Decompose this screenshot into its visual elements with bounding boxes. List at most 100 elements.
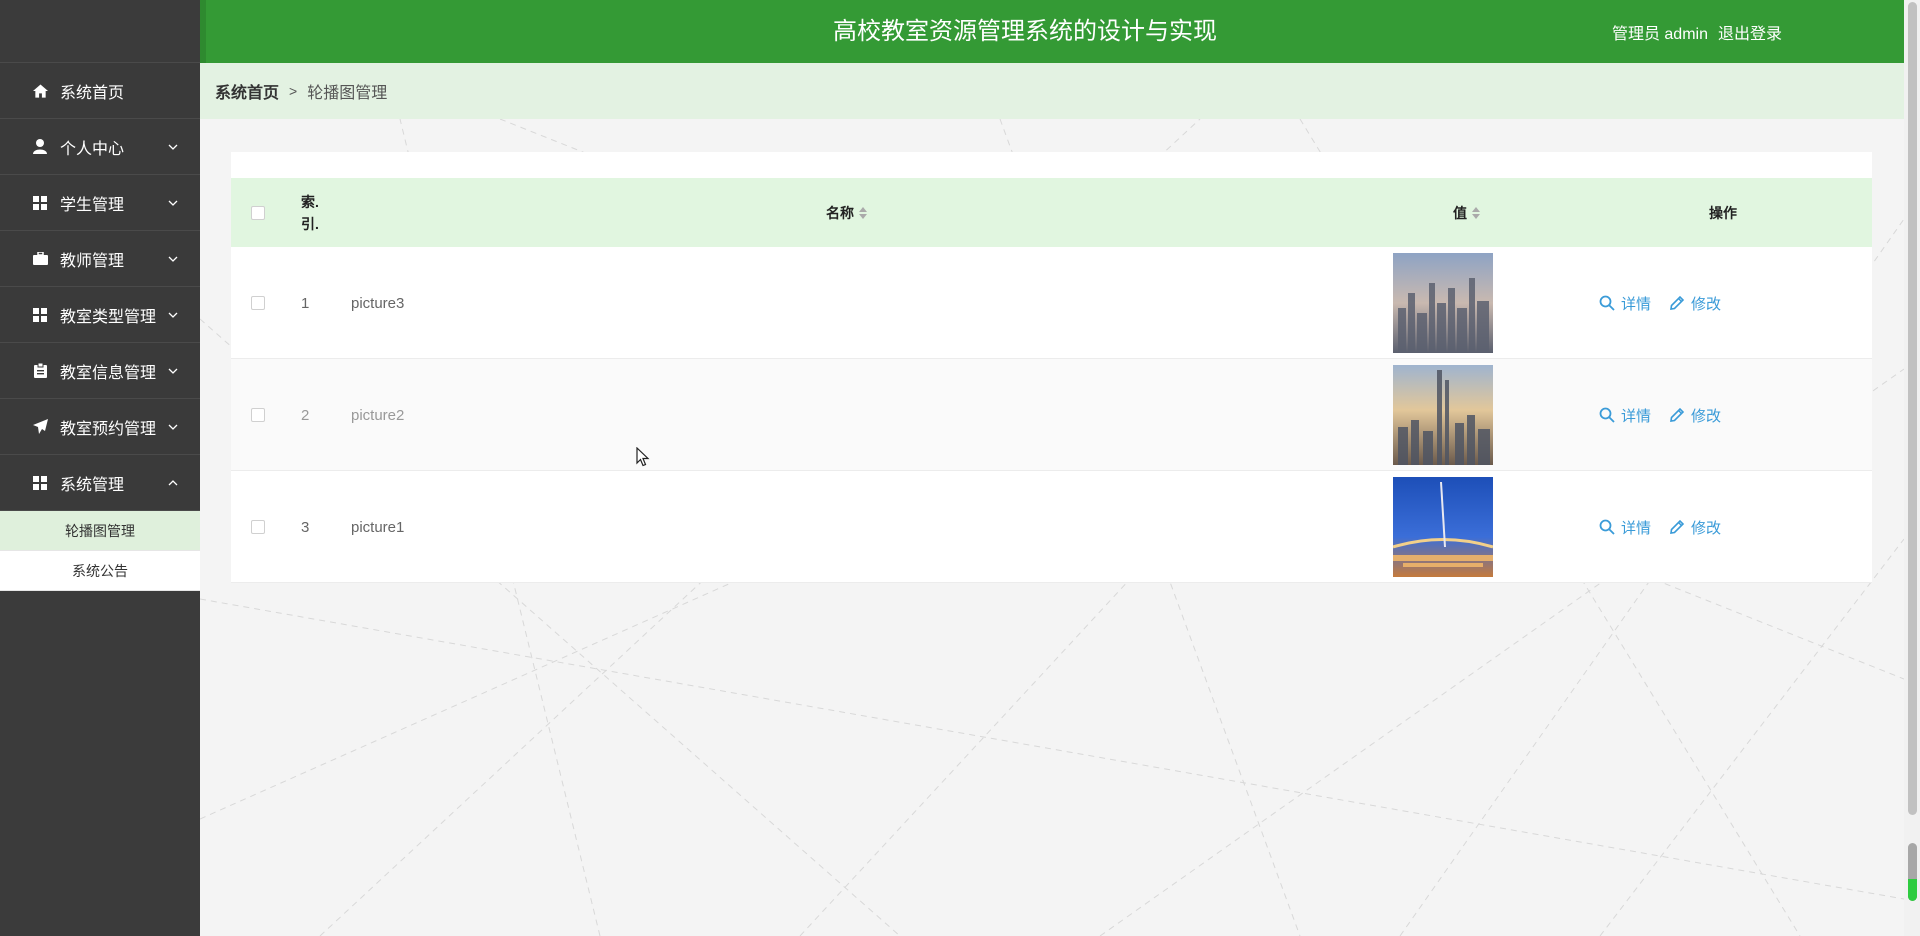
edit-label: 修改 bbox=[1691, 519, 1722, 537]
sidebar-item-label: 教室类型管理 bbox=[60, 308, 157, 326]
row-image[interactable] bbox=[1393, 247, 1493, 359]
user-icon bbox=[32, 139, 48, 155]
row-name: picture1 bbox=[351, 518, 405, 536]
edit-label: 修改 bbox=[1691, 295, 1722, 313]
breadcrumb-current: 轮播图管理 bbox=[307, 85, 388, 102]
search-icon bbox=[1599, 519, 1615, 535]
table-row: 2 picture2 详情 修改 bbox=[231, 359, 1872, 471]
edit-button[interactable]: 修改 bbox=[1669, 293, 1721, 314]
row-index: 2 bbox=[301, 406, 310, 424]
carousel-image-thumbnail bbox=[1393, 477, 1493, 577]
column-header-value-label: 值 bbox=[1453, 204, 1467, 221]
sidebar-item-label: 系统管理 bbox=[60, 476, 125, 494]
breadcrumb-home[interactable]: 系统首页 bbox=[215, 79, 279, 103]
table-row: 3 picture1 详情 修改 bbox=[231, 471, 1872, 583]
current-user: 管理员 admin bbox=[1611, 25, 1708, 43]
edit-icon bbox=[1670, 295, 1685, 310]
chevron-down-icon bbox=[168, 312, 178, 318]
chevron-up-icon bbox=[168, 479, 178, 485]
select-all-checkbox[interactable] bbox=[251, 205, 265, 220]
row-actions: 详情 修改 bbox=[1599, 247, 1739, 359]
table-row: 1 picture3 详情 修改 bbox=[231, 247, 1872, 359]
row-checkbox[interactable] bbox=[251, 520, 265, 534]
sidebar-item-system[interactable]: 系统管理 bbox=[0, 455, 200, 511]
sidebar: 系统首页 个人中心 学生管理 教师管理 教室类型管理 教室信息管理 教室预约管理… bbox=[0, 0, 200, 936]
detail-button[interactable]: 详情 bbox=[1599, 405, 1651, 426]
row-checkbox[interactable] bbox=[251, 296, 265, 310]
column-header-name[interactable]: 名称 bbox=[826, 178, 867, 247]
grid-icon bbox=[32, 475, 48, 491]
detail-label: 详情 bbox=[1621, 295, 1652, 313]
sidebar-item-label: 系统首页 bbox=[60, 84, 125, 102]
edit-button[interactable]: 修改 bbox=[1669, 517, 1721, 538]
chevron-down-icon bbox=[168, 256, 178, 262]
sidebar-item-classroom-types[interactable]: 教室类型管理 bbox=[0, 287, 200, 343]
row-image[interactable] bbox=[1393, 471, 1493, 583]
sidebar-subitem-announcements[interactable]: 系统公告 bbox=[0, 551, 200, 591]
sidebar-item-label: 教室信息管理 bbox=[60, 364, 157, 382]
sidebar-item-students[interactable]: 学生管理 bbox=[0, 175, 200, 231]
row-name: picture2 bbox=[351, 406, 405, 424]
row-checkbox[interactable] bbox=[251, 408, 265, 422]
table-header: 索. 引. 名称 值 操作 bbox=[231, 178, 1872, 247]
column-header-index: 索. 引. bbox=[301, 193, 319, 232]
select-all-cell bbox=[251, 178, 265, 247]
chevron-down-icon bbox=[168, 368, 178, 374]
sidebar-item-teachers[interactable]: 教师管理 bbox=[0, 231, 200, 287]
carousel-table: 索. 引. 名称 值 操作 1 picture3 详情 修改 2 picture… bbox=[231, 152, 1872, 583]
clipboard-icon bbox=[32, 363, 48, 379]
row-actions: 详情 修改 bbox=[1599, 471, 1739, 583]
search-icon bbox=[1599, 407, 1615, 423]
sidebar-menu: 系统首页 个人中心 学生管理 教师管理 教室类型管理 教室信息管理 教室预约管理… bbox=[0, 63, 200, 511]
system-submenu: 轮播图管理 系统公告 bbox=[0, 511, 200, 591]
edit-button[interactable]: 修改 bbox=[1669, 405, 1721, 426]
column-header-value[interactable]: 值 bbox=[1453, 178, 1480, 247]
sidebar-logo-area bbox=[0, 0, 200, 63]
breadcrumb-separator: > bbox=[289, 83, 298, 99]
scroll-progress-indicator bbox=[1908, 843, 1917, 901]
detail-button[interactable]: 详情 bbox=[1599, 293, 1651, 314]
send-icon bbox=[32, 419, 48, 435]
home-icon bbox=[32, 83, 48, 99]
grid-icon bbox=[32, 307, 48, 323]
chevron-down-icon bbox=[168, 144, 178, 150]
sidebar-item-label: 教师管理 bbox=[60, 252, 125, 270]
sidebar-item-label: 学生管理 bbox=[60, 196, 125, 214]
sidebar-item-label: 教室预约管理 bbox=[60, 420, 157, 438]
briefcase-icon bbox=[32, 251, 48, 267]
sidebar-item-reservations[interactable]: 教室预约管理 bbox=[0, 399, 200, 455]
row-image[interactable] bbox=[1393, 359, 1493, 471]
mouse-cursor-icon bbox=[636, 447, 650, 467]
chevron-down-icon bbox=[168, 424, 178, 430]
row-name: picture3 bbox=[351, 294, 405, 312]
detail-label: 详情 bbox=[1621, 407, 1652, 425]
row-index: 1 bbox=[301, 294, 310, 312]
sidebar-item-classroom-info[interactable]: 教室信息管理 bbox=[0, 343, 200, 399]
carousel-image-thumbnail bbox=[1393, 365, 1493, 465]
scrollbar-thumb[interactable] bbox=[1908, 2, 1917, 815]
top-header: 高校教室资源管理系统的设计与实现 管理员 admin 退出登录 bbox=[200, 0, 1904, 63]
detail-label: 详情 bbox=[1621, 519, 1652, 537]
column-header-actions: 操作 bbox=[1709, 204, 1737, 221]
page-scrollbar[interactable] bbox=[1904, 0, 1920, 936]
sidebar-item-profile[interactable]: 个人中心 bbox=[0, 119, 200, 175]
grid-icon bbox=[32, 195, 48, 211]
edit-label: 修改 bbox=[1691, 407, 1722, 425]
chevron-down-icon bbox=[168, 200, 178, 206]
sidebar-item-home[interactable]: 系统首页 bbox=[0, 63, 200, 119]
edit-icon bbox=[1670, 519, 1685, 534]
column-header-name-label: 名称 bbox=[826, 204, 854, 221]
sidebar-subitem-carousel[interactable]: 轮播图管理 bbox=[0, 511, 200, 551]
row-index: 3 bbox=[301, 518, 310, 536]
search-icon bbox=[1599, 295, 1615, 311]
carousel-image-thumbnail bbox=[1393, 253, 1493, 353]
sidebar-item-label: 个人中心 bbox=[60, 140, 125, 158]
row-actions: 详情 修改 bbox=[1599, 359, 1739, 471]
edit-icon bbox=[1670, 407, 1685, 422]
logout-link[interactable]: 退出登录 bbox=[1718, 20, 1782, 44]
header-user-area: 管理员 admin 退出登录 bbox=[1602, 0, 1782, 63]
sort-icon[interactable] bbox=[859, 206, 867, 220]
breadcrumb: 系统首页 > 轮播图管理 bbox=[200, 63, 1904, 119]
sort-icon[interactable] bbox=[1472, 206, 1480, 220]
detail-button[interactable]: 详情 bbox=[1599, 517, 1651, 538]
